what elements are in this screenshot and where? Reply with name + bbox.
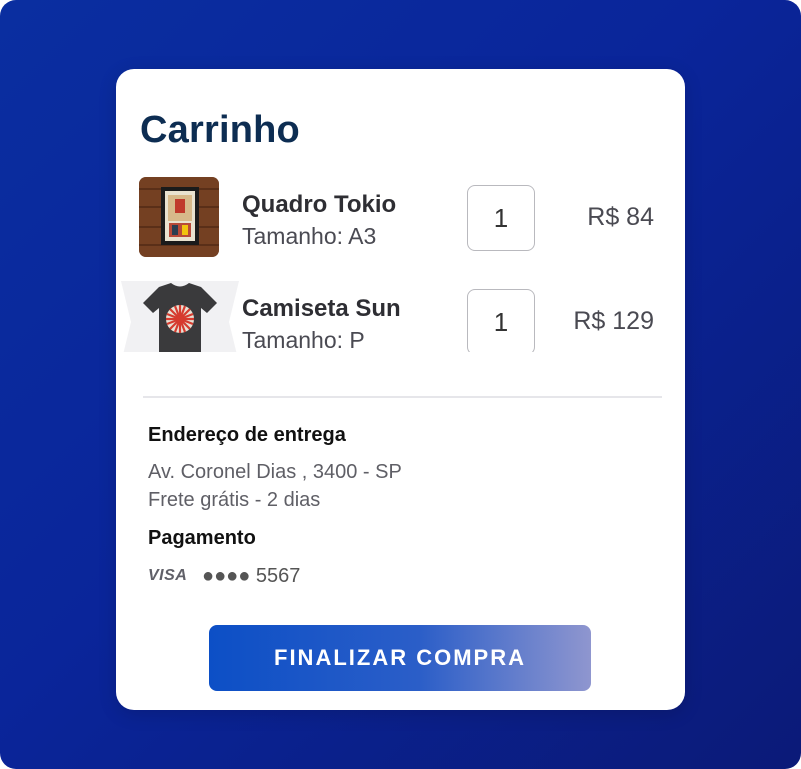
item-size: Tamanho: P (242, 327, 365, 352)
cart-card: Carrinho Quadro Tokio Tamanho: A3 1 R$ 8… (116, 69, 685, 710)
tshirt-icon (121, 281, 239, 352)
visa-icon: VISA (148, 567, 188, 584)
item-name: Camiseta Sun (242, 295, 401, 322)
item-name: Quadro Tokio (242, 191, 397, 218)
item-size: Tamanho: A3 (242, 223, 377, 249)
delivery-heading: Endereço de entrega (148, 424, 346, 446)
page-title: Carrinho (140, 109, 300, 151)
divider (143, 396, 662, 398)
item-price: R$ 129 (573, 307, 654, 335)
delivery-address: Av. Coronel Dias , 3400 - SP (148, 461, 402, 483)
item-price: R$ 84 (587, 203, 654, 231)
cart-item-list[interactable]: Quadro Tokio Tamanho: A3 1 R$ 84 Camiset… (116, 169, 685, 352)
cart-item: Quadro Tokio Tamanho: A3 1 R$ 84 (116, 177, 685, 267)
card-number: ●●●● 5567 (202, 565, 301, 587)
quantity-input[interactable]: 1 (467, 289, 535, 352)
cart-item: Camiseta Sun Tamanho: P 1 R$ 129 (116, 281, 685, 352)
shipping-info: Frete grátis - 2 dias (148, 489, 321, 511)
checkout-button[interactable]: FINALIZAR COMPRA (209, 625, 591, 691)
payment-heading: Pagamento (148, 527, 256, 549)
framed-poster-icon (139, 177, 219, 257)
quantity-input[interactable]: 1 (467, 185, 535, 251)
